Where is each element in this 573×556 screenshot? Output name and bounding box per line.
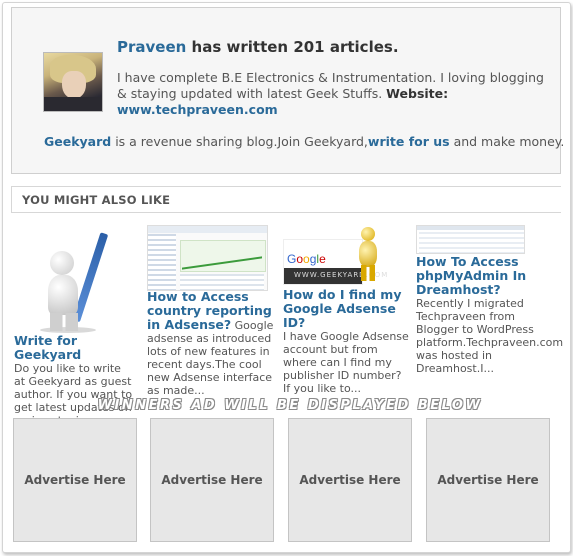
related-post-4: How To Access phpMyAdmin In Dreamhost? R…: [416, 254, 563, 376]
ad-slot-4[interactable]: Advertise Here: [426, 418, 550, 542]
analytics-screenshot-icon[interactable]: [147, 225, 268, 291]
adsense-figure-icon[interactable]: Google AdSense WWW.GEEKYARD.COM: [283, 227, 389, 285]
ads-banner: WINNERS AD WILL BE DISPLAYED BELOW: [97, 398, 483, 413]
ad-slot-3[interactable]: Advertise Here: [288, 418, 412, 542]
related-post-title[interactable]: Write for Geekyard: [14, 333, 81, 362]
revenue-note: Geekyard is a revenue sharing blog.Join …: [44, 134, 564, 149]
ad-slot-2[interactable]: Advertise Here: [150, 418, 274, 542]
related-posts-header: YOU MIGHT ALSO LIKE: [11, 186, 561, 213]
related-post-3: How do I find my Google Adsense ID? I ha…: [283, 287, 411, 396]
pen-figure-icon[interactable]: [32, 227, 124, 335]
author-bio: I have complete B.E Electronics & Instru…: [117, 70, 547, 118]
related-post-1: Write for Geekyard Do you like to write …: [14, 333, 134, 428]
author-avatar[interactable]: [43, 52, 103, 112]
geekyard-link[interactable]: Geekyard: [44, 134, 111, 149]
author-article-count: has written 201 articles.: [186, 38, 399, 56]
related-post-title[interactable]: How do I find my Google Adsense ID?: [283, 287, 401, 330]
revenue-text-end: and make money.: [449, 134, 565, 149]
related-post-2: How to Access country reporting in Adsen…: [147, 290, 277, 398]
author-bio-text: I have complete B.E Electronics & Instru…: [117, 70, 544, 101]
related-post-excerpt: Recently I migrated Techpraveen from Blo…: [416, 297, 564, 375]
revenue-text: is a revenue sharing blog.Join Geekyard,: [111, 134, 368, 149]
write-for-us-link[interactable]: write for us: [368, 134, 450, 149]
author-website-link[interactable]: www.techpraveen.com: [117, 102, 278, 117]
ad-slot-1[interactable]: Advertise Here: [13, 418, 137, 542]
website-label: Website:: [386, 86, 449, 101]
author-box: Praveen has written 201 articles. I have…: [11, 7, 564, 174]
related-posts-heading: YOU MIGHT ALSO LIKE: [22, 193, 171, 207]
author-headline: Praveen has written 201 articles.: [117, 38, 399, 56]
table-screenshot-icon[interactable]: [416, 225, 525, 254]
related-post-excerpt: I have Google Adsense account but from w…: [283, 330, 409, 395]
related-post-title[interactable]: How To Access phpMyAdmin In Dreamhost?: [416, 254, 526, 297]
author-name-link[interactable]: Praveen: [117, 38, 186, 56]
